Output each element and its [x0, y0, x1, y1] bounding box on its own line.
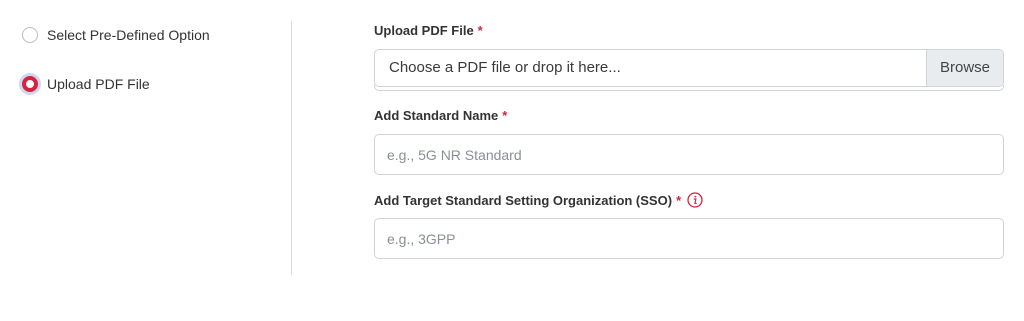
radio-predefined[interactable] [22, 27, 38, 43]
file-upload-input[interactable]: Choose a PDF file or drop it here... Bro… [374, 49, 1004, 87]
info-icon[interactable] [687, 192, 703, 208]
standard-name-label-text: Add Standard Name [374, 108, 499, 123]
sso-field-label: Add Target Standard Setting Organization… [374, 192, 703, 208]
required-marker: * [477, 23, 483, 38]
sso-label-text: Add Target Standard Setting Organization… [374, 192, 673, 208]
file-upload-underline [374, 85, 1004, 91]
required-marker: * [676, 192, 682, 208]
browse-button[interactable]: Browse [926, 50, 1003, 86]
standard-name-input[interactable] [374, 134, 1004, 175]
source-option-panel: Select Pre-Defined Option Upload PDF Fil… [0, 0, 292, 321]
file-upload-placeholder: Choose a PDF file or drop it here... [389, 59, 621, 76]
sso-input[interactable] [374, 218, 1004, 259]
vertical-divider [291, 21, 292, 275]
option-upload-pdf-label: Upload PDF File [47, 76, 150, 92]
option-predefined[interactable]: Select Pre-Defined Option [22, 27, 210, 43]
standard-name-field-label: Add Standard Name * [374, 108, 507, 123]
upload-pdf-field-label: Upload PDF File * [374, 23, 483, 38]
radio-upload-pdf[interactable] [22, 76, 38, 92]
option-predefined-label: Select Pre-Defined Option [47, 27, 210, 43]
required-marker: * [502, 108, 508, 123]
option-upload-pdf[interactable]: Upload PDF File [22, 76, 150, 92]
upload-pdf-label-text: Upload PDF File [374, 23, 474, 38]
